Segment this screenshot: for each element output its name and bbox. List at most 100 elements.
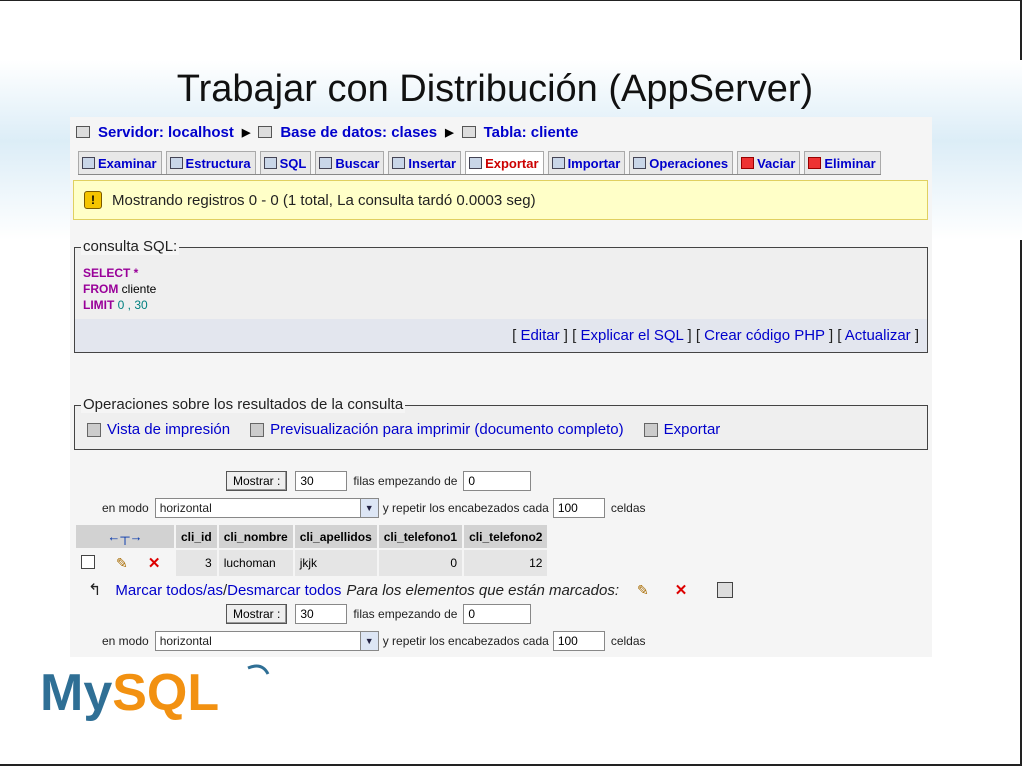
operations-legend: Operaciones sobre los resultados de la c… bbox=[81, 396, 406, 413]
tab-estructura[interactable]: Estructura bbox=[165, 151, 256, 174]
breadcrumb: Servidor: localhost ▶ Base de datos: cla… bbox=[76, 121, 578, 143]
repeat-headers-input[interactable] bbox=[552, 498, 605, 518]
mode-control: en modo horizontal ▼ y repetir los encabe… bbox=[102, 498, 646, 518]
empty-icon bbox=[741, 157, 755, 169]
chevron-down-icon: ▼ bbox=[359, 499, 378, 517]
column-arrows-header[interactable]: ←┬→ bbox=[76, 525, 174, 548]
arrow-up-left-icon: ↰ bbox=[88, 582, 102, 599]
column-order-icon: ←┬→ bbox=[107, 529, 143, 544]
tab-eliminar[interactable]: Eliminar bbox=[804, 151, 881, 174]
table-icon bbox=[461, 126, 476, 138]
tab-insertar[interactable]: Insertar bbox=[388, 151, 462, 174]
column-header[interactable]: cli_nombre bbox=[218, 525, 293, 548]
search-icon bbox=[319, 157, 333, 169]
column-header[interactable]: cli_id bbox=[176, 525, 217, 548]
pencil-icon[interactable]: ✎ bbox=[116, 555, 128, 571]
sql-number: 30 bbox=[134, 298, 148, 312]
sql-number: 0 bbox=[114, 298, 125, 312]
delete-x-icon[interactable]: ✕ bbox=[148, 555, 161, 572]
rows-count-input-bottom[interactable] bbox=[295, 604, 348, 624]
notice-icon: ! bbox=[84, 191, 102, 209]
bulk-delete-x-icon[interactable]: ✕ bbox=[675, 581, 688, 599]
start-row-input-bottom[interactable] bbox=[463, 604, 532, 624]
print-preview-item: Previsualización para imprimir (document… bbox=[250, 421, 624, 438]
notice-text: Mostrando registros 0 - 0 (1 total, La c… bbox=[112, 191, 536, 209]
slide-title: Trabajar con Distribución (AppServer) bbox=[176, 68, 814, 110]
phpmyadmin-panel: Servidor: localhost ▶ Base de datos: cla… bbox=[70, 117, 932, 657]
sql-token: * bbox=[130, 266, 139, 280]
column-header[interactable]: cli_telefono2 bbox=[464, 525, 548, 548]
export-link[interactable]: Exportar bbox=[664, 421, 721, 438]
repeat-headers-input-bottom[interactable] bbox=[552, 631, 605, 651]
insert-icon bbox=[392, 157, 406, 169]
mysql-logo-sql: SQL bbox=[112, 664, 219, 722]
start-row-input[interactable] bbox=[463, 471, 532, 491]
edit-sql-link[interactable]: Editar bbox=[520, 327, 559, 344]
column-header[interactable]: cli_telefono1 bbox=[378, 525, 463, 548]
cell-cli-telefono2: 12 bbox=[464, 550, 548, 576]
row-delete-cell: ✕ bbox=[143, 550, 174, 576]
mysql-logo-text: MySQL bbox=[40, 664, 219, 722]
row-checkbox[interactable] bbox=[81, 554, 95, 569]
breadcrumb-server[interactable]: Servidor: localhost bbox=[98, 124, 234, 141]
query-operations-box: Operaciones sobre los resultados de la c… bbox=[74, 396, 928, 450]
row-checkbox-cell bbox=[76, 550, 109, 576]
print-icon bbox=[87, 422, 101, 437]
mark-all-link[interactable]: Marcar todos/as bbox=[115, 582, 223, 599]
tab-label: Exportar bbox=[485, 155, 539, 171]
mode-control-bottom: en modo horizontal ▼ y repetir los encabe… bbox=[102, 631, 646, 651]
print-icon bbox=[250, 422, 265, 437]
operations-icon bbox=[633, 157, 647, 169]
tab-operaciones[interactable]: Operaciones bbox=[629, 151, 734, 174]
tab-label: Insertar bbox=[408, 155, 457, 171]
cell-cli-nombre: luchoman bbox=[218, 550, 293, 576]
bulk-actions-row: ↰ Marcar todos/as / Desmarcar todos Para… bbox=[88, 580, 734, 600]
breadcrumb-database[interactable]: Base de datos: clases bbox=[280, 124, 437, 141]
refresh-link[interactable]: Actualizar bbox=[845, 327, 911, 344]
show-rows-control-bottom: Mostrar : filas empezando de bbox=[226, 604, 532, 624]
bulk-export-icon[interactable] bbox=[717, 582, 734, 598]
show-rows-control: Mostrar : filas empezando de bbox=[226, 471, 532, 491]
rows-count-input[interactable] bbox=[295, 471, 348, 491]
database-icon bbox=[258, 126, 273, 138]
show-button-bottom[interactable]: Mostrar : bbox=[226, 604, 288, 624]
explain-sql-link[interactable]: Explicar el SQL bbox=[580, 327, 683, 344]
print-view-link[interactable]: Vista de impresión bbox=[107, 421, 230, 438]
tab-label: Importar bbox=[567, 155, 621, 171]
browse-icon bbox=[82, 157, 95, 169]
tab-exportar[interactable]: Exportar bbox=[465, 151, 544, 174]
tab-bar: Examinar Estructura SQL Buscar Insertar … bbox=[78, 151, 881, 175]
sql-keyword: SELECT bbox=[83, 266, 131, 280]
sql-keyword: FROM bbox=[83, 282, 119, 296]
structure-icon bbox=[169, 157, 183, 169]
print-preview-link[interactable]: Previsualización para imprimir (document… bbox=[270, 421, 623, 438]
tab-importar[interactable]: Importar bbox=[547, 151, 626, 174]
bulk-edit-pencil-icon[interactable]: ✎ bbox=[637, 582, 649, 599]
tab-buscar[interactable]: Buscar bbox=[315, 151, 385, 174]
mode-label-bottom: en modo bbox=[102, 634, 149, 648]
results-table: ←┬→ cli_id cli_nombre cli_apellidos cli_… bbox=[74, 523, 549, 578]
tab-label: Estructura bbox=[185, 155, 251, 171]
sql-token: , bbox=[124, 298, 135, 312]
column-header[interactable]: cli_apellidos bbox=[294, 525, 377, 548]
create-php-link[interactable]: Crear código PHP bbox=[704, 327, 825, 344]
start-label: filas empezando de bbox=[353, 474, 458, 488]
sql-links-bar: [ Editar ] [ Explicar el SQL ] [ Crear c… bbox=[74, 319, 928, 353]
unmark-all-link[interactable]: Desmarcar todos bbox=[227, 582, 341, 599]
mysql-logo-my: My bbox=[40, 664, 112, 722]
repeat-label: y repetir los encabezados cada bbox=[382, 501, 549, 515]
show-button[interactable]: Mostrar : bbox=[226, 471, 288, 491]
tab-vaciar[interactable]: Vaciar bbox=[737, 151, 801, 174]
cell-cli-apellidos: jkjk bbox=[294, 550, 377, 576]
tab-examinar[interactable]: Examinar bbox=[78, 151, 162, 174]
tab-sql[interactable]: SQL bbox=[259, 151, 312, 174]
repeat-label-bottom: y repetir los encabezados cada bbox=[382, 634, 549, 648]
breadcrumb-table[interactable]: Tabla: cliente bbox=[484, 124, 579, 141]
mode-select-value: horizontal bbox=[159, 501, 212, 515]
drop-icon bbox=[808, 157, 822, 169]
export-item: Exportar bbox=[643, 421, 721, 438]
mode-select[interactable]: horizontal ▼ bbox=[154, 498, 379, 518]
mode-select-bottom[interactable]: horizontal ▼ bbox=[154, 631, 379, 651]
print-view-item: Vista de impresión bbox=[87, 421, 230, 438]
cells-label: celdas bbox=[610, 501, 646, 515]
